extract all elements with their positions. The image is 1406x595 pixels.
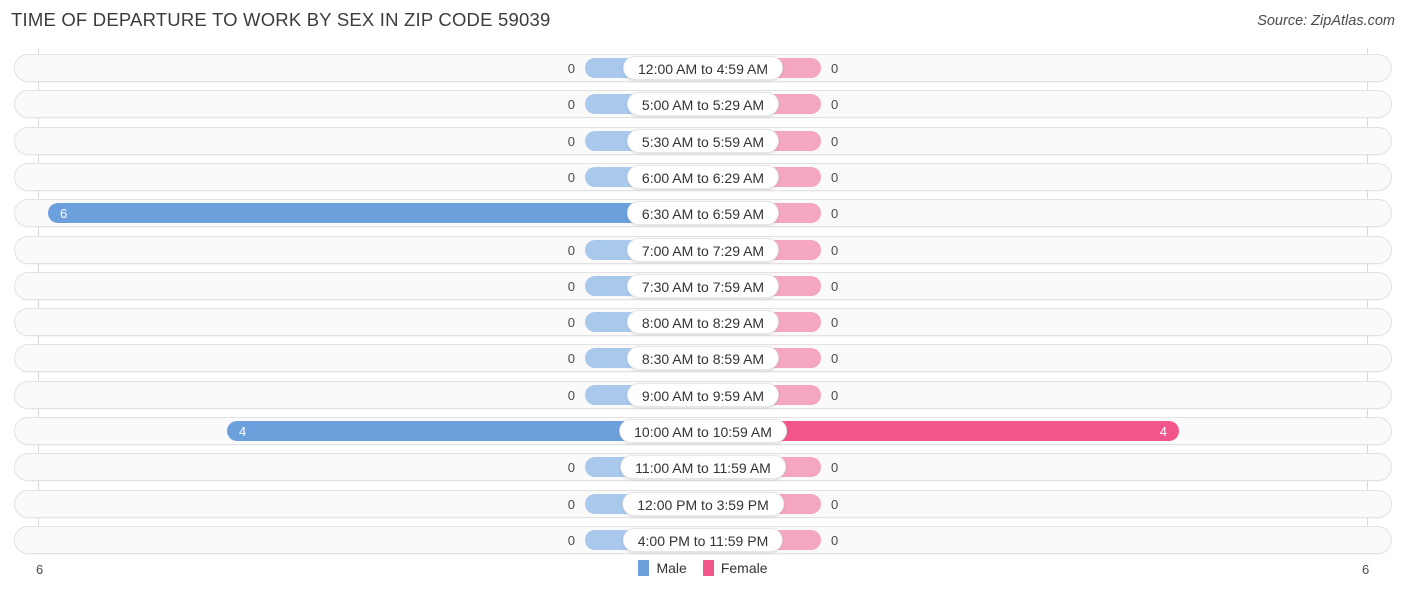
chart-row[interactable]: 0 0 4:00 PM to 11:59 PM [14,525,1392,554]
bar-value-female: 0 [831,387,839,403]
row-category-label: 5:00 AM to 5:29 AM [626,92,780,117]
chart-plot-area: 0 0 12:00 AM to 4:59 AM 0 0 5:00 AM to 5:29 A… [0,48,1406,558]
source-attribution: Source: ZipAtlas.com [1257,13,1395,29]
chart-row-inner: 0 0 12:00 PM to 3:59 PM [15,491,1391,517]
bar-value-female: 0 [831,315,839,331]
chart-row[interactable]: 0 0 6:00 AM to 6:29 AM [14,162,1392,191]
legend-swatch-male [638,560,650,576]
row-category-label: 4:00 PM to 11:59 PM [622,527,784,552]
chart-row-inner: 0 0 9:00 AM to 9:59 AM [15,382,1391,408]
chart-row[interactable]: 0 0 8:30 AM to 8:59 AM [14,344,1392,373]
chart-row-inner: 0 0 12:00 AM to 4:59 AM [15,55,1391,81]
bar-value-female: 0 [831,278,839,294]
chart-row[interactable]: 0 0 12:00 PM to 3:59 PM [14,489,1392,518]
chart-row-inner: 0 0 7:00 AM to 7:29 AM [15,237,1391,263]
bar-male[interactable]: 6 [48,203,655,224]
legend-label-male: Male [656,560,687,576]
chart-row[interactable]: 0 0 8:00 AM to 8:29 AM [14,308,1392,337]
chart-row[interactable]: 4 4 10:00 AM to 10:59 AM [14,417,1392,445]
bar-value-male: 0 [567,496,575,512]
bar-value-female: 4 [1159,423,1167,439]
bar-value-female: 0 [831,133,839,149]
bar-value-female: 0 [831,460,839,476]
chart-row-inner: 0 0 5:30 AM to 5:59 AM [15,128,1391,154]
row-category-label: 10:00 AM to 10:59 AM [619,419,787,443]
row-category-label: 6:00 AM to 6:29 AM [626,164,780,189]
chart-legend: Male Female [0,560,1406,576]
row-category-label: 8:30 AM to 8:59 AM [626,346,780,371]
chart-row-inner: 0 0 4:00 PM to 11:59 PM [15,527,1391,553]
chart-row[interactable]: 0 0 9:00 AM to 9:59 AM [14,380,1392,409]
bar-value-male: 0 [567,315,575,331]
chart-row[interactable]: 6 0 6:30 AM to 6:59 AM [14,199,1392,228]
bar-female[interactable]: 4 [751,421,1179,441]
bar-value-female: 0 [831,206,839,222]
chart-row-inner: 0 0 7:30 AM to 7:59 AM [15,273,1391,299]
bar-value-male: 0 [567,532,575,548]
legend-label-female: Female [720,560,768,576]
bar-value-male: 0 [567,278,575,294]
chart-row[interactable]: 0 0 5:00 AM to 5:29 AM [14,90,1392,119]
row-category-label: 7:30 AM to 7:59 AM [626,273,780,298]
bar-value-male: 0 [567,460,575,476]
bar-value-female: 0 [831,532,839,548]
row-category-label: 9:00 AM to 9:59 AM [626,382,780,407]
chart-row[interactable]: 0 0 5:30 AM to 5:59 AM [14,126,1392,155]
legend-item-male[interactable]: Male [638,560,687,576]
bar-value-female: 0 [831,169,839,185]
row-category-label: 12:00 AM to 4:59 AM [623,56,783,80]
bar-value-male: 4 [239,423,247,439]
chart-row[interactable]: 0 0 7:30 AM to 7:59 AM [14,271,1392,300]
bar-value-female: 0 [831,242,839,258]
chart-row[interactable]: 0 0 7:00 AM to 7:29 AM [14,235,1392,264]
legend-item-female[interactable]: Female [702,560,768,576]
bar-value-male: 0 [567,97,575,113]
row-category-label: 8:00 AM to 8:29 AM [626,310,780,335]
bar-value-female: 0 [831,496,839,512]
row-category-label: 5:30 AM to 5:59 AM [626,128,780,153]
bar-value-male: 0 [567,242,575,258]
row-category-label: 11:00 AM to 11:59 AM [620,455,786,480]
page-title: TIME OF DEPARTURE TO WORK BY SEX IN ZIP … [11,9,551,30]
legend-swatch-female [702,560,714,576]
chart-row-inner: 6 0 6:30 AM to 6:59 AM [15,200,1391,226]
chart-page: TIME OF DEPARTURE TO WORK BY SEX IN ZIP … [0,0,1406,595]
chart-row-inner: 0 0 6:00 AM to 6:29 AM [15,164,1391,190]
bar-value-male: 0 [567,351,575,367]
bar-value-male: 0 [567,169,575,185]
bar-value-female: 0 [831,61,839,76]
chart-row-inner: 0 0 11:00 AM to 11:59 AM [15,454,1391,480]
bar-value-female: 0 [831,97,839,113]
bar-value-male: 0 [567,61,575,76]
bar-value-female: 0 [831,351,839,367]
bar-value-male: 0 [567,387,575,403]
row-category-label: 7:00 AM to 7:29 AM [626,237,780,262]
chart-row[interactable]: 0 0 12:00 AM to 4:59 AM [14,54,1392,82]
row-category-label: 6:30 AM to 6:59 AM [626,201,780,226]
chart-row-inner: 0 0 8:30 AM to 8:59 AM [15,345,1391,371]
bar-value-male: 0 [567,133,575,149]
bar-value-male: 6 [60,205,68,221]
chart-row-inner: 0 0 5:00 AM to 5:29 AM [15,91,1391,117]
chart-row[interactable]: 0 0 11:00 AM to 11:59 AM [14,453,1392,482]
row-category-label: 12:00 PM to 3:59 PM [622,491,784,516]
chart-row-inner: 0 0 8:00 AM to 8:29 AM [15,309,1391,335]
bar-male[interactable]: 4 [227,421,655,441]
chart-row-inner: 4 4 10:00 AM to 10:59 AM [15,418,1391,444]
